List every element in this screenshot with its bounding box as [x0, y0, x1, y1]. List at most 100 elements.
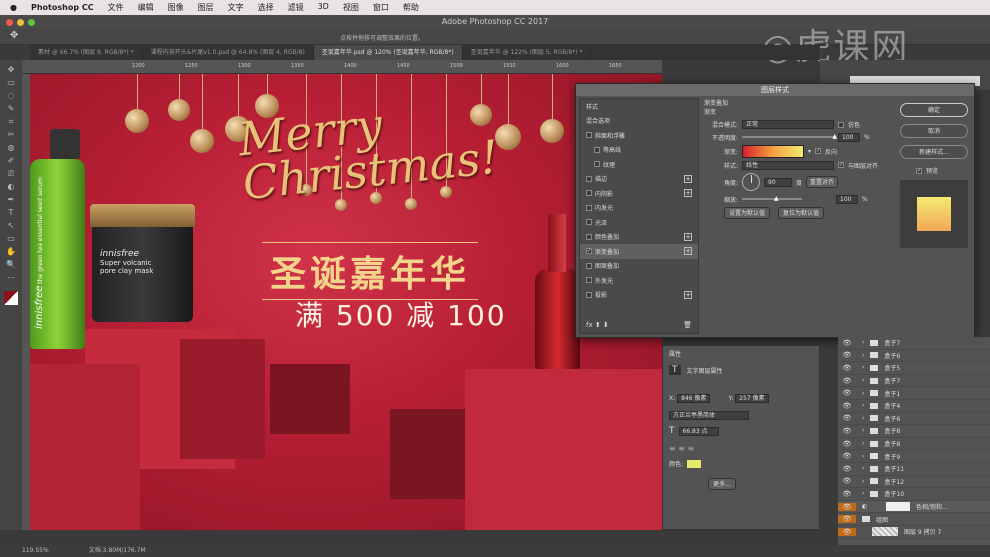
layer-name[interactable]: 色相/饱和...	[916, 502, 948, 511]
style-checkbox[interactable]	[586, 262, 592, 269]
reset-align-button[interactable]: 重置对齐	[806, 176, 839, 188]
angle-input[interactable]: 90	[764, 177, 792, 187]
style-item[interactable]: 描边 +	[580, 172, 698, 187]
visibility-eye-icon[interactable]: 👁	[838, 351, 856, 359]
style-item[interactable]: ✓ 渐变叠加 +	[580, 244, 698, 259]
add-style-icon[interactable]: +	[684, 290, 692, 299]
fx-icon[interactable]: fx ⬆ ⬇	[586, 321, 609, 329]
tool-icon[interactable]: ⌗	[5, 116, 17, 127]
style-checkbox[interactable]	[594, 161, 600, 168]
move-tool-icon[interactable]: ✥	[10, 30, 18, 41]
style-item[interactable]: 混合选项	[580, 114, 698, 129]
menu-item[interactable]: 图像	[168, 2, 184, 13]
layer-row[interactable]: 👁 › 盒子6	[838, 350, 990, 363]
new-style-button[interactable]: 新建样式...	[900, 145, 968, 159]
expand-chevron-icon[interactable]: ›	[862, 427, 864, 434]
tool-icon[interactable]: ◍	[5, 142, 17, 153]
layer-name[interactable]: 盒子6	[884, 351, 900, 360]
tool-icon[interactable]: ◐	[5, 181, 17, 192]
menu-item[interactable]: 文字	[228, 2, 244, 13]
expand-chevron-icon[interactable]: ›	[862, 352, 864, 359]
layer-row[interactable]: 👁 › 盒子4	[838, 400, 990, 413]
x-input[interactable]: 846 像素	[677, 394, 711, 403]
minimize-window-button[interactable]	[17, 19, 24, 26]
style-checkbox[interactable]	[586, 175, 592, 182]
tool-icon[interactable]: ⋯	[5, 272, 17, 283]
expand-chevron-icon[interactable]: ›	[862, 440, 864, 447]
tool-icon[interactable]: T	[5, 207, 17, 218]
style-item[interactable]: 等高线	[580, 143, 698, 158]
visibility-eye-icon[interactable]: 👁	[838, 377, 856, 385]
layer-name[interactable]: 盒子8	[884, 439, 900, 448]
style-checkbox[interactable]	[586, 132, 592, 139]
style-checkbox[interactable]	[586, 277, 592, 284]
style-item[interactable]: 内发光	[580, 201, 698, 216]
expand-chevron-icon[interactable]: ›	[862, 415, 864, 422]
menu-item[interactable]: 帮助	[403, 2, 419, 13]
text-color-swatch[interactable]	[687, 459, 702, 468]
zoom-level[interactable]: 119.55%	[22, 545, 49, 557]
ok-button[interactable]: 确定	[900, 103, 968, 117]
gradient-swatch[interactable]	[742, 144, 804, 158]
expand-chevron-icon[interactable]: ›	[862, 377, 864, 384]
add-style-icon[interactable]: +	[684, 189, 692, 198]
opacity-input[interactable]: 100	[838, 132, 860, 142]
zoom-window-button[interactable]	[28, 19, 35, 26]
dither-checkbox[interactable]	[838, 121, 844, 128]
document-tab[interactable]: 圣诞嘉年华 @ 122% (图层 5, RGB/8*) *	[463, 45, 592, 60]
align-buttons[interactable]: ≡ ≡ ≡	[663, 436, 819, 453]
layer-name[interactable]: 盒子6	[884, 414, 900, 423]
styles-header[interactable]: 样式	[580, 99, 698, 114]
tool-icon[interactable]: ◌	[5, 90, 17, 101]
add-style-icon[interactable]: +	[684, 247, 692, 256]
menu-item[interactable]: 3D	[318, 2, 329, 13]
tool-icon[interactable]: ↖	[5, 220, 17, 231]
style-checkbox[interactable]	[586, 190, 592, 197]
apple-icon[interactable]: ●	[10, 3, 17, 12]
layer-row[interactable]: 👁 › 盒子6	[838, 413, 990, 426]
document-tab[interactable]: 课程内容开头&片尾v1.0.psd @ 64.8% (图层 4, RGB/8)	[143, 45, 314, 60]
visibility-eye-icon[interactable]: 👁	[838, 414, 856, 422]
tool-icon[interactable]: ✒	[5, 194, 17, 205]
layer-row[interactable]: 👁 › 盒子8	[838, 438, 990, 451]
font-size-input[interactable]: 66.83 点	[678, 426, 719, 436]
style-checkbox[interactable]	[586, 233, 592, 240]
visibility-eye-icon[interactable]: 👁	[838, 389, 856, 397]
layer-name[interactable]: 盒子7	[884, 338, 900, 347]
visibility-eye-icon[interactable]: 👁	[838, 465, 856, 473]
expand-chevron-icon[interactable]: ›	[862, 390, 864, 397]
style-item[interactable]: 光泽	[580, 215, 698, 230]
layer-row[interactable]: 👁 › 盒子10	[838, 488, 990, 501]
document-canvas[interactable]: Merry Christmas! 圣诞嘉年华 满 500 减 100 innisf…	[30, 74, 662, 530]
expand-chevron-icon[interactable]: ›	[862, 490, 864, 497]
preview-checkbox[interactable]: ✓	[916, 167, 922, 174]
tool-icon[interactable]: ▭	[5, 233, 17, 244]
style-item[interactable]: 投影 +	[580, 288, 698, 303]
tool-icon[interactable]: ✂	[5, 129, 17, 140]
tool-icon[interactable]: 🔍	[5, 259, 17, 270]
menu-app[interactable]: Photoshop CC	[31, 3, 94, 12]
chevron-down-icon[interactable]: ▾	[808, 148, 811, 155]
layer-name[interactable]: 盒子4	[884, 401, 900, 410]
visibility-eye-icon[interactable]: 👁	[838, 490, 856, 498]
expand-chevron-icon[interactable]: ›	[862, 339, 864, 346]
style-item[interactable]: 图案叠加	[580, 259, 698, 274]
set-default-button[interactable]: 设置为默认值	[724, 207, 770, 219]
style-item[interactable]: 颜色叠加 +	[580, 230, 698, 245]
expand-chevron-icon[interactable]: ›	[862, 453, 864, 460]
scale-input[interactable]: 100	[836, 194, 858, 204]
tool-icon[interactable]: ✎	[5, 103, 17, 114]
tool-icon[interactable]: ✥	[5, 64, 17, 75]
visibility-eye-icon[interactable]: 👁	[838, 427, 856, 435]
menu-item[interactable]: 选择	[258, 2, 274, 13]
visibility-eye-icon[interactable]: 👁	[838, 452, 856, 460]
style-item[interactable]: 纹理	[580, 157, 698, 172]
layer-name[interactable]: 组图	[876, 515, 888, 524]
scale-slider[interactable]: ▲	[742, 195, 802, 202]
menu-item[interactable]: 文件	[108, 2, 124, 13]
add-style-icon[interactable]: +	[684, 232, 692, 241]
layer-row[interactable]: 👁 › 盒子11	[838, 463, 990, 476]
layer-name[interactable]: 盒子11	[884, 464, 904, 473]
close-window-button[interactable]	[6, 19, 13, 26]
menu-item[interactable]: 编辑	[138, 2, 154, 13]
